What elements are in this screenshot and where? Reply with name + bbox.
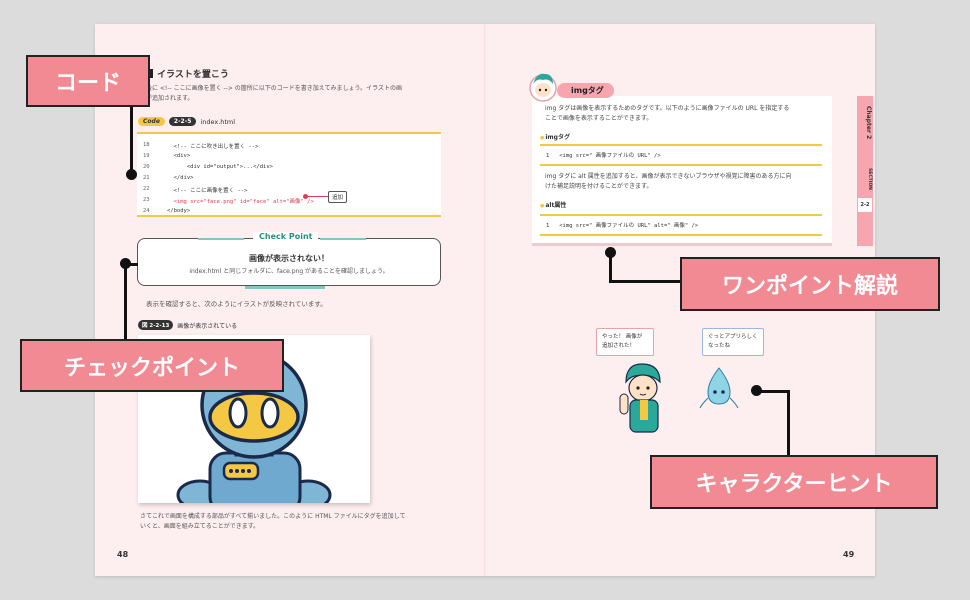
character-icon — [529, 73, 557, 102]
speech-bubble-2: ぐっとアプリらしく なったね — [702, 328, 764, 356]
para-line: さてこれで画面を構成する部品がすべて揃いました。このように HTML ファイルに… — [140, 513, 406, 520]
code-line: <div id="output">...</div> — [167, 164, 273, 170]
callout-onepoint: ワンポイント解説 — [680, 257, 940, 311]
code-line: </div> — [167, 175, 194, 181]
title-bar — [150, 69, 153, 78]
bubble-line: 追加された！ — [602, 343, 636, 349]
code-filename: index.html — [200, 117, 236, 126]
onepoint-title: imgタグ — [557, 83, 614, 98]
code-line-img: 1 <img src=" 画像ファイルの URL" /> — [540, 144, 822, 166]
side-number: 2-2 — [858, 198, 872, 212]
code-caption: Code 2-2-5 index.html — [138, 117, 235, 126]
ghost-character-icon — [699, 367, 739, 409]
leader-dot-onepoint — [605, 247, 616, 258]
side-section: SECTION — [867, 168, 872, 190]
leader-dot-code — [126, 169, 137, 180]
section-title-text: イラストを置こう — [157, 70, 229, 80]
checkpoint-body: index.html と同じフォルダに、face.png があることを確認しまし… — [189, 268, 389, 275]
leader-line-code — [130, 100, 133, 174]
figure-number-badge: 図 2-2-13 — [138, 320, 174, 330]
checkpoint-tab: Check Point — [253, 232, 319, 241]
bubble-line: やった！ 画像が — [602, 334, 643, 340]
code-label-badge: Code — [138, 117, 165, 126]
leader-line-onepoint — [609, 280, 683, 283]
line-number: 21 — [143, 175, 150, 181]
checkpoint-bar — [245, 286, 325, 289]
text-line: img タグは画像を表示するためのタグです。以下のように画像ファイルの URL … — [545, 105, 790, 112]
book-gutter — [484, 24, 486, 576]
code-line-added: <img src="face.png" id="face" alt="画像" /… — [167, 199, 314, 205]
intro-text: 最後に <!-- ここに画像を置く --> の箇所に以下のコードを書き加えてみま… — [140, 84, 440, 104]
onepoint-text: img タグに alt 属性を追加すると、画像が表示できないブラウザや視覚に障害… — [545, 172, 827, 192]
speech-bubble-1: やった！ 画像が 追加された！ — [596, 328, 654, 356]
sub-label-alt: alt属性 — [540, 200, 566, 209]
side-chapter: Chapter 2 — [865, 106, 872, 140]
text-line: ことで画像を表示することができます。 — [545, 115, 653, 122]
add-badge: 追加 — [328, 191, 348, 203]
checkpoint-rule — [198, 238, 244, 240]
code-line: <div> — [167, 153, 191, 159]
code-line: <!-- ここに吹き出しを置く --> — [167, 144, 259, 150]
sub-label-img: imgタグ — [540, 132, 570, 141]
section-title: イラストを置こう — [150, 67, 229, 80]
onepoint-text: img タグは画像を表示するためのタグです。以下のように画像ファイルの URL … — [545, 104, 827, 124]
text-line: img タグに alt 属性を追加すると、画像が表示できないブラウザや視覚に障害… — [545, 173, 792, 180]
intro-line-1: 最後に <!-- ここに画像を置く --> の箇所に以下のコードを書き加えてみま… — [140, 85, 402, 92]
text-line: けた補足説明を付けることができます。 — [545, 183, 653, 190]
bubble-line: なったね — [708, 343, 731, 349]
line-number: 23 — [143, 197, 150, 203]
code-block: 18 <!-- ここに吹き出しを置く --> 19 <div> 20 <div … — [137, 132, 441, 217]
line-number: 22 — [143, 186, 150, 192]
para-line: いくと、画面を組み立てることができます。 — [140, 523, 260, 530]
page-number-left: 48 — [117, 550, 129, 559]
leader-line-character — [787, 390, 790, 456]
line-number: 20 — [143, 164, 150, 170]
figure-caption-text: 画像が表示されている — [177, 322, 238, 330]
code-line-alt: 1 <img src=" 画像ファイルの URL" alt=" 画像" /> — [540, 214, 822, 236]
callout-character: キャラクターヒント — [650, 455, 938, 509]
body-paragraph: さてこれで画面を構成する部品がすべて揃いました。このように HTML ファイルに… — [140, 512, 445, 532]
code-number-badge: 2-2-5 — [168, 117, 197, 126]
intro-line-2: 像が追加されます。 — [140, 95, 194, 102]
line-number: 19 — [143, 153, 150, 159]
body-paragraph: 表示を確認すると、次のようにイラストが反映されています。 — [146, 300, 327, 308]
code-line: </body> — [167, 208, 191, 214]
checkpoint-rule — [320, 238, 366, 240]
figure-caption: 図 2-2-13 画像が表示されている — [138, 320, 237, 330]
callout-code: コード — [26, 55, 150, 107]
leader-dot-character — [751, 385, 762, 396]
code-line: <!-- ここに画像を置く --> — [167, 188, 248, 194]
callout-checkpoint: チェックポイント — [20, 339, 284, 392]
line-number: 18 — [143, 142, 150, 148]
page-number-right: 49 — [843, 550, 855, 559]
line-number: 24 — [143, 208, 150, 214]
boy-character-icon — [619, 363, 661, 433]
checkpoint-heading: 画像が表示されない！ — [249, 254, 329, 263]
leader-dot-checkpoint — [120, 258, 131, 269]
bubble-line: ぐっとアプリらしく — [708, 334, 758, 340]
leader-line-checkpoint — [124, 263, 127, 343]
add-arrow — [303, 194, 328, 199]
